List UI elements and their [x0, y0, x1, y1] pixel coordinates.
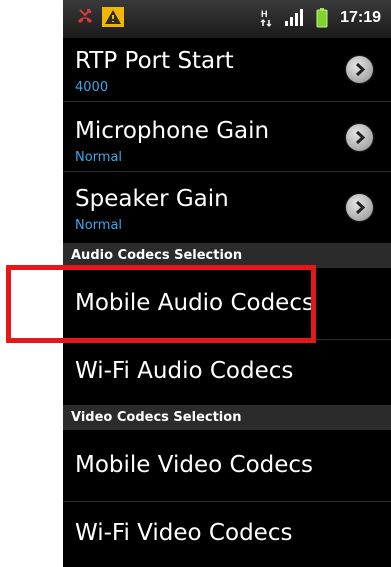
setting-summary: Normal	[75, 150, 123, 165]
setting-microphone-gain[interactable]: Microphone Gain Normal	[63, 102, 391, 172]
section-header-video: Video Codecs Selection	[63, 406, 391, 430]
setting-summary: 4000	[75, 80, 109, 95]
svg-text:H: H	[261, 9, 268, 19]
setting-title: Microphone Gain	[75, 118, 270, 144]
chevron-right-icon	[346, 56, 373, 83]
missed-call-icon	[75, 7, 95, 27]
clock: 17:19	[340, 9, 381, 26]
setting-title: Speaker Gain	[75, 186, 229, 212]
mobile-video-codecs-item[interactable]: Mobile Video Codecs	[63, 430, 391, 502]
setting-speaker-gain[interactable]: Speaker Gain Normal	[63, 172, 391, 244]
chevron-right-icon	[346, 194, 373, 221]
item-label: Wi-Fi Audio Codecs	[75, 358, 294, 384]
setting-rtp-port-start[interactable]: RTP Port Start 4000	[63, 38, 391, 102]
signal-icon	[284, 9, 304, 27]
highlight-box	[6, 265, 316, 343]
setting-summary: Normal	[75, 218, 123, 233]
h-network-icon: H	[260, 8, 272, 28]
wifi-audio-codecs-item[interactable]: Wi-Fi Audio Codecs	[63, 340, 391, 406]
battery-icon	[316, 8, 328, 28]
setting-title: RTP Port Start	[75, 48, 234, 74]
warning-icon	[101, 6, 125, 28]
item-label: Wi-Fi Video Codecs	[75, 520, 293, 546]
item-label: Mobile Video Codecs	[75, 452, 314, 478]
wifi-video-codecs-item[interactable]: Wi-Fi Video Codecs	[63, 502, 391, 567]
status-bar: H 17:19	[63, 0, 391, 38]
chevron-right-icon	[346, 124, 373, 151]
